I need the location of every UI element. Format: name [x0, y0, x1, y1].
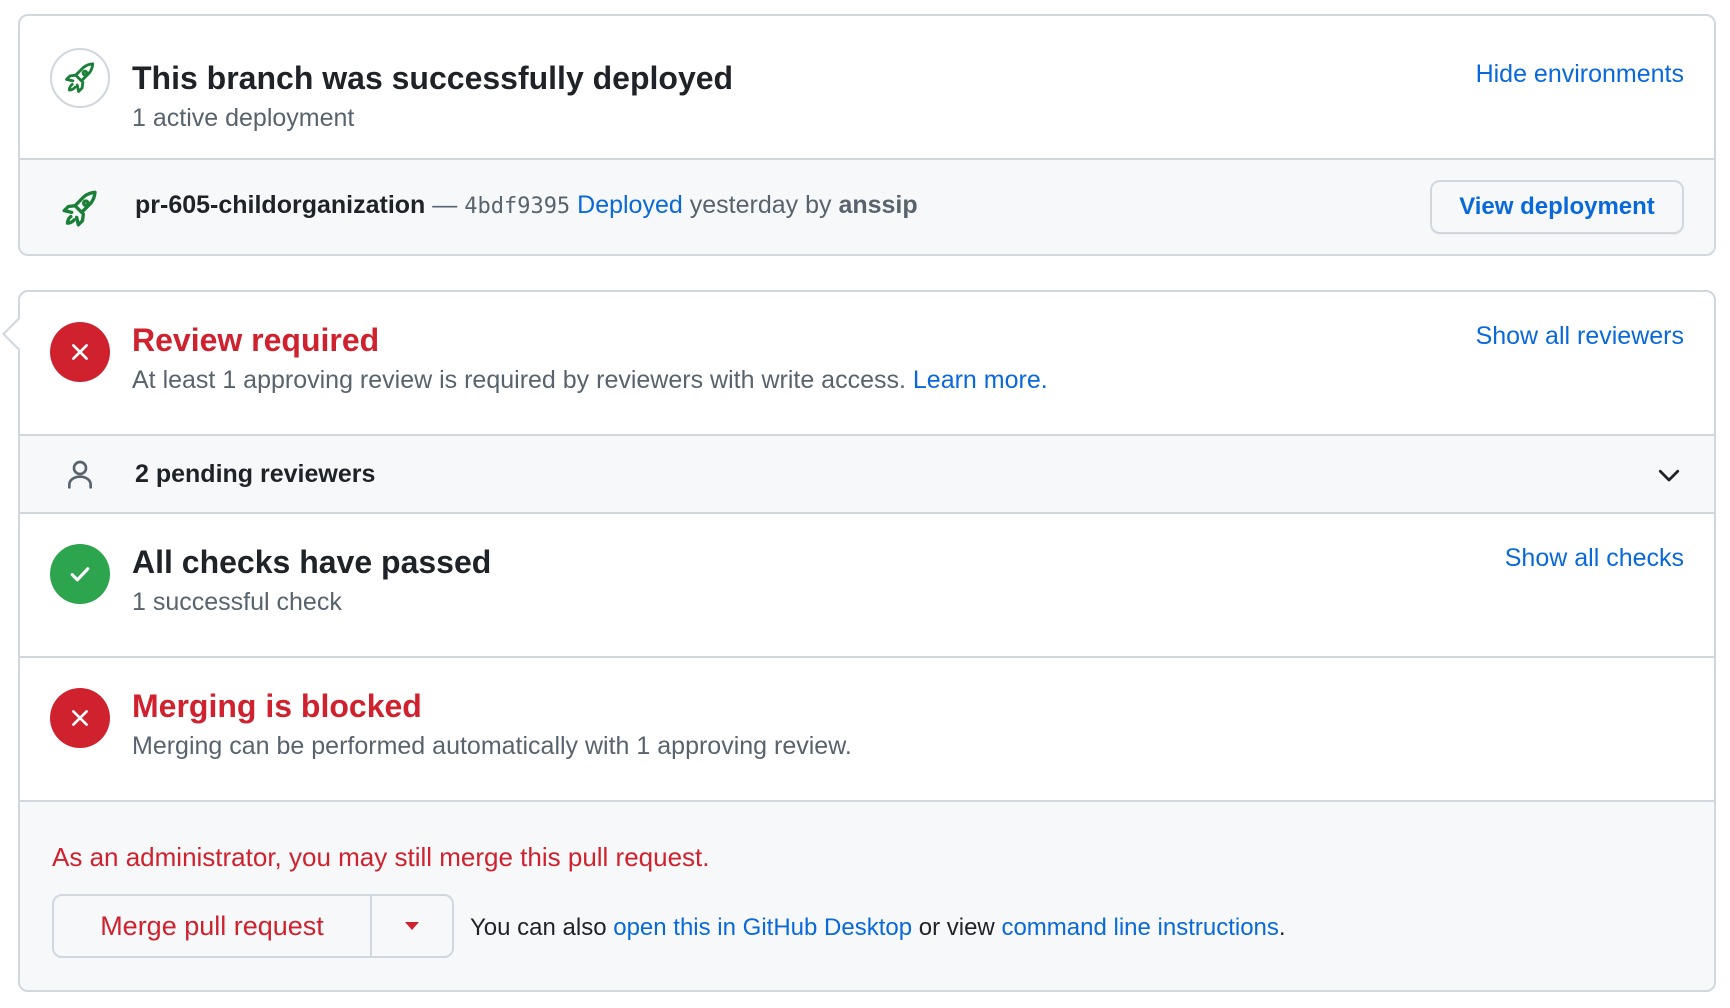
deploy-time: yesterday by: [689, 191, 832, 219]
pending-reviewers-row[interactable]: 2 pending reviewers: [20, 436, 1714, 514]
hide-environments-link[interactable]: Hide environments: [1476, 60, 1684, 89]
deployment-box: This branch was successfully deployed 1 …: [18, 14, 1716, 256]
x-circle-icon: [50, 322, 110, 382]
deployer-name: anssip: [838, 191, 918, 219]
check-circle-icon: [50, 544, 110, 604]
checks-section: All checks have passed 1 successful chec…: [20, 514, 1714, 658]
commit-sha: 4bdf9395: [464, 194, 571, 219]
merge-options-dropdown[interactable]: [372, 896, 452, 956]
period: .: [1278, 914, 1286, 941]
merge-pull-request-button[interactable]: Merge pull request: [54, 896, 372, 956]
separator-dash: —: [432, 191, 458, 219]
blocked-subtitle: Merging can be performed automatically w…: [132, 732, 852, 760]
deployed-link[interactable]: Deployed: [577, 191, 683, 219]
deployment-subtitle: 1 active deployment: [132, 104, 355, 132]
pending-reviewers-label: 2 pending reviewers: [135, 460, 376, 488]
person-icon: [68, 460, 92, 489]
deployment-title: This branch was successfully deployed: [132, 60, 734, 96]
admin-notice: As an administrator, you may still merge…: [52, 842, 710, 872]
environment-name: pr-605-childorganization: [135, 191, 426, 219]
merge-panel: This branch was successfully deployed 1 …: [0, 0, 1730, 1008]
blocked-section: Merging is blocked Merging can be perfor…: [20, 658, 1714, 802]
view-deployment-button[interactable]: View deployment: [1430, 180, 1684, 234]
triangle-down-icon: [405, 922, 419, 930]
blocked-title: Merging is blocked: [132, 688, 422, 724]
also-prefix: You can also: [470, 914, 607, 941]
alternative-merge-text: You can also open this in GitHub Desktop…: [470, 914, 1286, 942]
chevron-down-icon[interactable]: [1654, 460, 1684, 490]
merge-button-group: Merge pull request: [52, 894, 454, 958]
show-all-reviewers-link[interactable]: Show all reviewers: [1476, 322, 1684, 351]
deployment-header: This branch was successfully deployed 1 …: [20, 16, 1714, 160]
checks-title: All checks have passed: [132, 544, 492, 580]
command-line-instructions-link[interactable]: command line instructions: [1001, 914, 1278, 941]
rocket-icon: [50, 48, 110, 108]
checks-subtitle: 1 successful check: [132, 588, 342, 616]
deployment-info: pr-605-childorganization — 4bdf9395 Depl…: [135, 191, 918, 220]
deployment-row: pr-605-childorganization — 4bdf9395 Depl…: [20, 160, 1714, 254]
or-view-text: or view: [918, 914, 995, 941]
learn-more-link[interactable]: Learn more.: [913, 366, 1048, 394]
review-section: Review required At least 1 approving rev…: [20, 292, 1714, 436]
merge-status-box: Review required At least 1 approving rev…: [2, 290, 1716, 992]
github-desktop-link[interactable]: open this in GitHub Desktop: [613, 914, 912, 941]
review-title: Review required: [132, 322, 380, 358]
review-description-text: At least 1 approving review is required …: [132, 366, 906, 394]
admin-merge-section: As an administrator, you may still merge…: [20, 802, 1714, 990]
rocket-icon: [62, 190, 97, 227]
x-circle-icon: [50, 688, 110, 748]
review-description: At least 1 approving review is required …: [132, 366, 1048, 395]
show-all-checks-link[interactable]: Show all checks: [1505, 544, 1684, 573]
